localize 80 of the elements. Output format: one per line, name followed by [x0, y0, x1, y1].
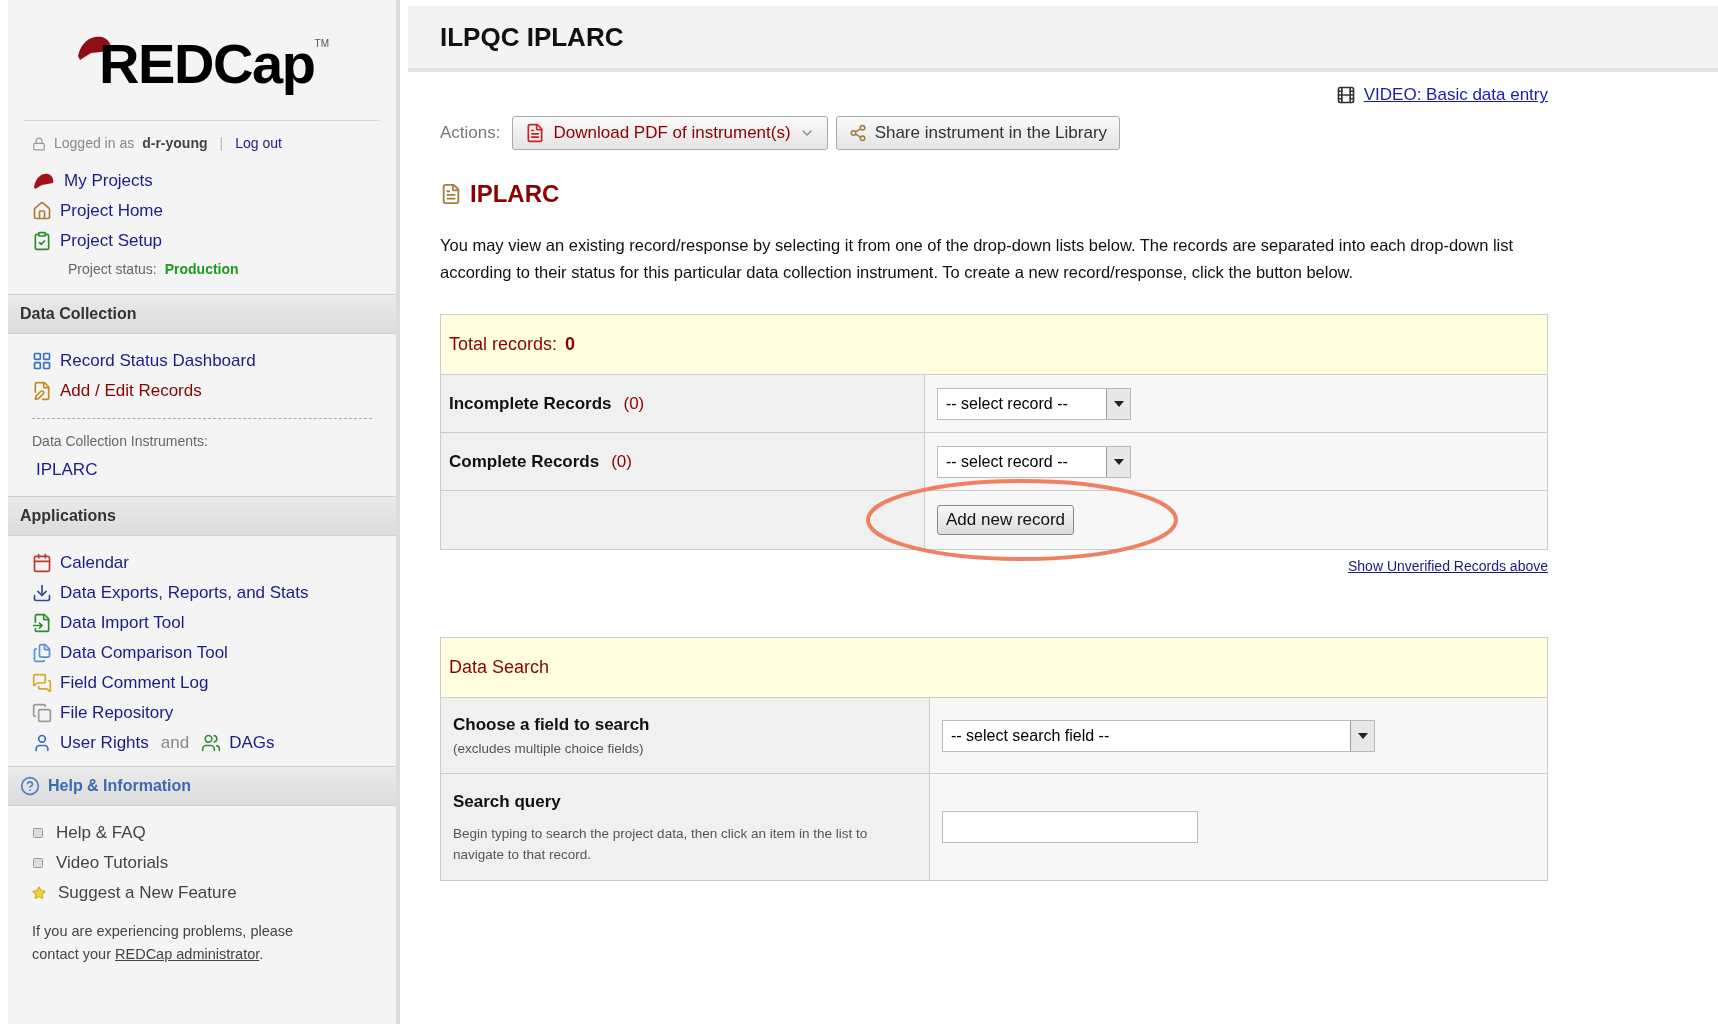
sidebar-link[interactable]: Data Comparison Tool: [60, 640, 228, 666]
logout-link[interactable]: Log out: [235, 133, 282, 154]
edit-document-icon: [32, 381, 52, 401]
sidebar-link[interactable]: Calendar: [60, 550, 129, 576]
help-icon: [20, 776, 40, 796]
username: d-r-young: [142, 134, 208, 153]
grid-icon: [32, 351, 52, 371]
person-icon: [32, 733, 52, 753]
calendar-icon: [32, 553, 52, 573]
section-title: Applications: [20, 506, 116, 526]
video-link[interactable]: VIDEO: Basic data entry: [1363, 82, 1548, 108]
dropdown-arrow-icon: [1113, 458, 1124, 465]
help-link[interactable]: Video Tutorials: [56, 850, 169, 876]
speech-bubbles-icon: [32, 673, 52, 693]
dropdown-arrow-icon: [1357, 732, 1368, 739]
total-records-count: 0: [565, 333, 576, 356]
sidebar-link[interactable]: DAGs: [229, 730, 275, 756]
select-dropdown[interactable]: -- select record --: [937, 387, 1131, 420]
instrument-link[interactable]: IPLARC: [36, 457, 98, 483]
search-row-hint: (excludes multiple choice fields): [453, 739, 645, 758]
sidebar-link[interactable]: Add / Edit Records: [60, 378, 202, 404]
import-icon: [32, 613, 52, 633]
form-icon: [440, 183, 462, 205]
joiner-text: and: [160, 732, 190, 755]
download-pdf-button[interactable]: Download PDF of instrument(s): [512, 116, 828, 150]
bullet-icon: [32, 857, 44, 869]
separator: |: [219, 134, 224, 153]
sidebar-link[interactable]: Project Home: [60, 198, 163, 224]
search-row-hint: Begin typing to search the project data, then click an item in the list to navigate to that record.: [453, 824, 869, 864]
section-title: Help & Information: [48, 776, 192, 796]
house-icon: [32, 201, 52, 221]
record-group-label: Complete Records: [449, 450, 600, 473]
cap-icon: [32, 171, 56, 191]
logged-in-label: Logged in as: [54, 134, 135, 153]
sidebar-link[interactable]: Field Comment Log: [60, 670, 209, 696]
record-count: (0): [611, 450, 632, 473]
add-record-button[interactable]: Add new record: [937, 505, 1075, 535]
sidebar-link[interactable]: User Rights: [60, 730, 149, 756]
select-dropdown[interactable]: -- select record --: [937, 445, 1131, 478]
help-link[interactable]: Help & FAQ: [56, 820, 146, 846]
section-title: Data Collection: [20, 304, 137, 324]
page-title: ILPQC IPLARC: [440, 20, 624, 54]
clipboard-icon: [32, 231, 52, 251]
actions-label: Actions:: [440, 122, 501, 145]
unverified-records-link[interactable]: Show Unverified Records above: [1348, 556, 1548, 577]
record-count: (0): [623, 392, 645, 415]
people-icon: [201, 733, 222, 753]
download-icon: [32, 583, 52, 603]
pdf-icon: [525, 123, 546, 143]
help-note: If you are experiencing problems, please contact your REDCap administrator.: [32, 922, 295, 964]
search-row-label: Choose a field to search: [453, 714, 651, 737]
search-query-field[interactable]: [942, 811, 1198, 843]
dropdown-arrow-icon: [1113, 400, 1124, 407]
documents-icon: [32, 703, 52, 723]
sidebar-link[interactable]: Data Exports, Reports, and Stats: [60, 580, 309, 606]
help-link[interactable]: Suggest a New Feature: [58, 880, 237, 906]
share-button[interactable]: Share instrument in the Library: [835, 116, 1121, 150]
sidebar-link[interactable]: Record Status Dashboard: [60, 348, 256, 374]
star-icon: [32, 886, 46, 900]
instruments-label: Data Collection Instruments:: [32, 432, 209, 451]
total-records-label: Total records:: [449, 333, 558, 356]
intro-text: You may view an existing record/response by selecting it from one of the drop-down lists below. The records are separated into each drop-down list according to their status for this particular data collection instrument. To create a new record/response, click the button below.: [440, 235, 1515, 283]
sidebar-link[interactable]: Project Setup: [60, 228, 163, 254]
bullet-icon: [32, 827, 44, 839]
project-status-value: Production: [164, 259, 239, 279]
sidebar-link[interactable]: Data Import Tool: [60, 610, 185, 636]
film-reel-icon: [1335, 85, 1356, 105]
sidebar-link[interactable]: File Repository: [60, 700, 174, 726]
trademark-mark: TM: [314, 37, 330, 51]
data-search-title: Data Search: [449, 656, 550, 679]
documents-icon: [32, 643, 52, 663]
project-status-label: Project status:: [68, 259, 157, 279]
share-icon: [848, 124, 867, 142]
record-group-label: Incomplete Records: [449, 392, 612, 415]
select-dropdown[interactable]: -- select search field --: [942, 719, 1375, 752]
admin-link[interactable]: REDCap administrator: [115, 946, 260, 962]
instrument-title: IPLARC: [470, 179, 560, 209]
search-row-label: Search query: [453, 791, 562, 814]
sidebar-link[interactable]: My Projects: [64, 168, 153, 194]
lock-icon: [32, 136, 46, 151]
